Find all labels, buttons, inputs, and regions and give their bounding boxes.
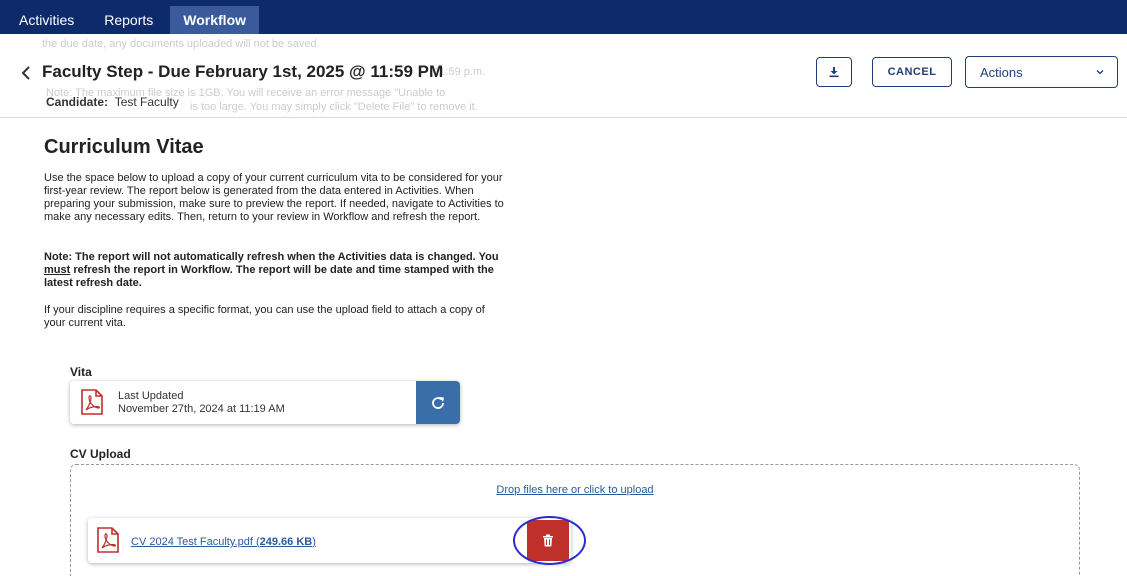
last-updated-label: Last Updated <box>118 390 184 402</box>
tab-workflow[interactable]: Workflow <box>170 6 260 34</box>
format-paragraph: If your discipline requires a specific f… <box>44 304 485 329</box>
note-text-2: refresh the report in Workflow. The repo… <box>44 264 494 289</box>
file-name: CV 2024 Test Faculty.pdf <box>131 536 253 548</box>
last-updated-value: November 27th, 2024 at 11:19 AM <box>118 403 285 415</box>
chevron-down-icon <box>1096 70 1104 75</box>
refresh-note: Note: The report will not automatically … <box>44 251 506 290</box>
pdf-file-icon <box>81 389 103 415</box>
instructions-paragraph: Use the space below to upload a copy of … <box>44 172 504 223</box>
page-title: Faculty Step - Due February 1st, 2025 @ … <box>42 62 444 81</box>
candidate-name: Test Faculty <box>114 95 179 109</box>
header-divider <box>0 117 1127 118</box>
note-text-1: Note: The report will not automatically … <box>44 251 499 263</box>
candidate-info: Candidate: Test Faculty <box>46 95 179 109</box>
cv-upload-label: CV Upload <box>70 447 131 461</box>
cancel-button[interactable]: CANCEL <box>872 57 952 87</box>
actions-label: Actions <box>980 64 1023 80</box>
refresh-icon <box>432 396 444 409</box>
uploaded-file-link[interactable]: CV 2024 Test Faculty.pdf (249.66 KB) <box>131 536 316 548</box>
ghost-text-line-1: the due date, any documents uploaded wil… <box>42 38 320 50</box>
actions-dropdown[interactable]: Actions <box>965 56 1118 88</box>
back-chevron-icon[interactable] <box>18 62 34 84</box>
refresh-report-button[interactable] <box>416 381 460 424</box>
note-must: must <box>44 264 71 276</box>
tab-reports[interactable]: Reports <box>91 6 166 34</box>
download-icon <box>829 67 839 78</box>
pdf-file-icon <box>97 527 119 553</box>
section-title: Curriculum Vitae <box>44 136 204 158</box>
file-size: 249.66 KB <box>259 536 313 548</box>
ghost-text-line-4: is too large. You may simply click "Dele… <box>190 101 478 113</box>
tab-activities[interactable]: Activities <box>6 6 87 34</box>
top-nav: Activities Reports Workflow <box>0 0 1127 34</box>
vita-label: Vita <box>70 365 92 379</box>
download-button[interactable] <box>816 57 852 87</box>
vita-report-card: Last Updated November 27th, 2024 at 11:1… <box>70 381 460 424</box>
drop-files-link[interactable]: Drop files here or click to upload <box>71 484 1079 496</box>
uploaded-file-card: CV 2024 Test Faculty.pdf (249.66 KB) <box>88 518 571 563</box>
highlight-annotation <box>513 516 586 565</box>
candidate-label: Candidate: <box>46 95 109 109</box>
